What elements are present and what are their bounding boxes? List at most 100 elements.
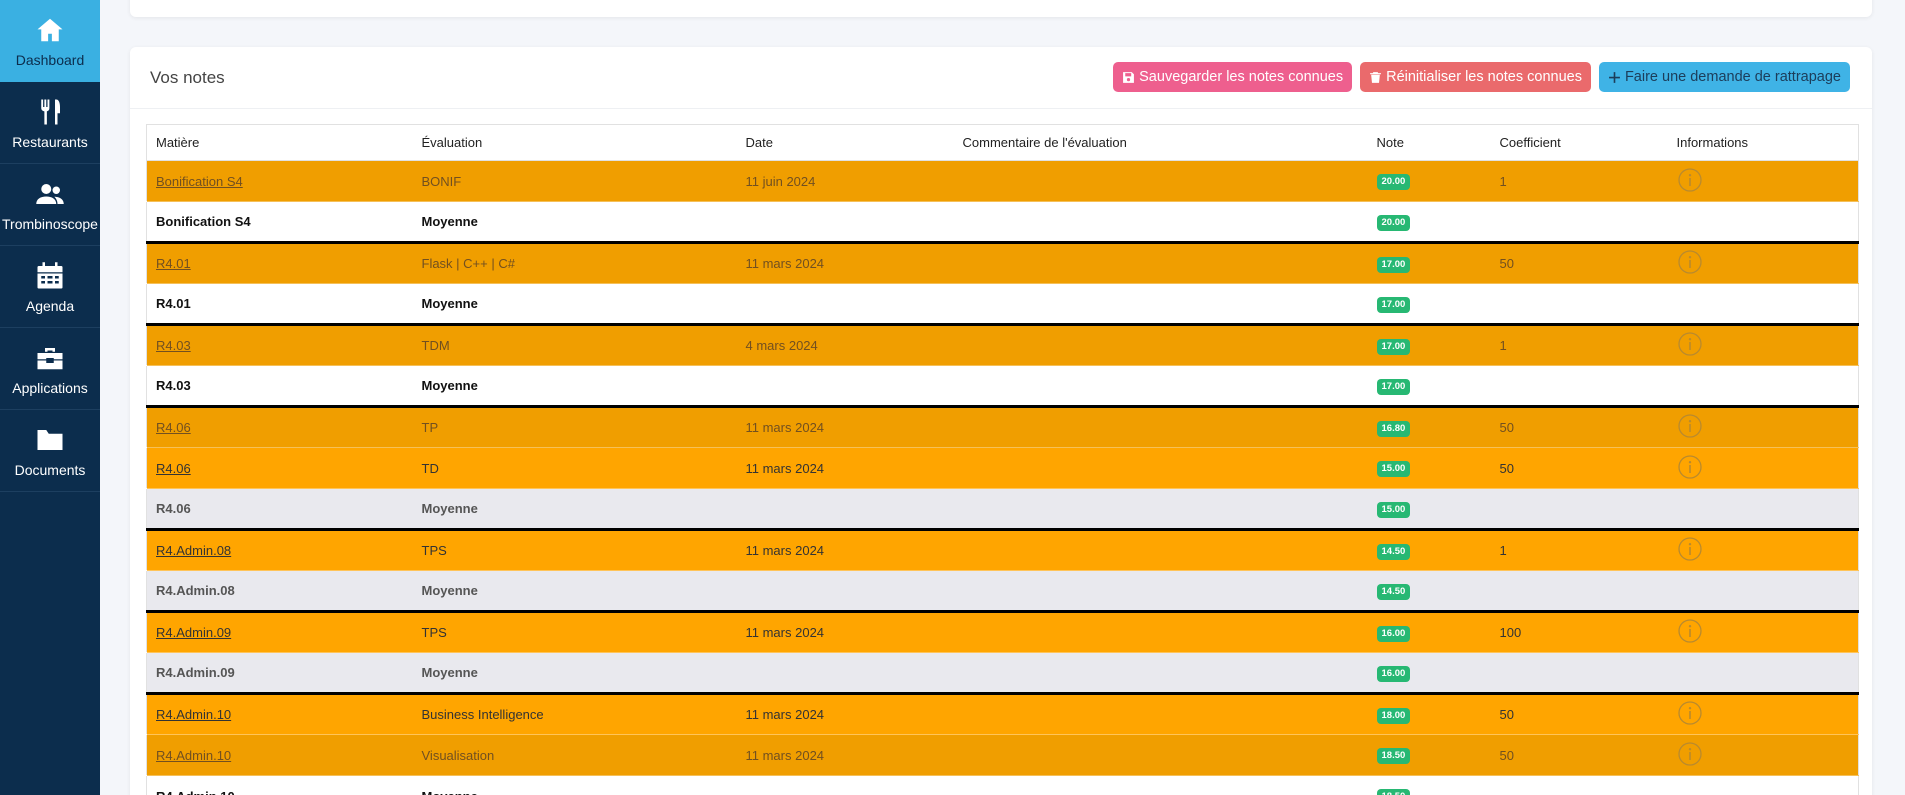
cell-evaluation: TDM <box>412 324 737 366</box>
info-icon[interactable] <box>1677 167 1703 193</box>
cell-info <box>1667 365 1859 408</box>
matiere-link[interactable]: R4.06 <box>156 461 191 476</box>
sidebar-item-documents[interactable]: Documents <box>0 410 100 492</box>
cell-date: 11 mars 2024 <box>736 693 954 735</box>
cell-evaluation: TPS <box>412 529 737 571</box>
sidebar-item-agenda[interactable]: Agenda <box>0 246 100 328</box>
cell-coefficient: 50 <box>1490 242 1668 284</box>
cell-comment <box>953 201 1368 244</box>
note-badge: 17.00 <box>1376 338 1411 355</box>
cell-info <box>1667 570 1859 613</box>
grade-row: R4.01 Flask | C++ | C# 11 mars 2024 17.00 50 <box>146 242 1859 284</box>
matiere-link[interactable]: R4.Admin.10 <box>156 748 231 763</box>
info-icon[interactable] <box>1677 331 1703 357</box>
average-badge: 15.00 <box>1376 501 1411 518</box>
cell-comment <box>953 447 1368 489</box>
info-icon[interactable] <box>1677 741 1703 767</box>
info-icon[interactable] <box>1677 618 1703 644</box>
cell-coefficient: 50 <box>1490 447 1668 489</box>
cell-matiere: R4.01 <box>146 283 413 326</box>
sidebar-item-label: Restaurants <box>12 133 88 150</box>
cell-info <box>1667 488 1859 531</box>
matiere-link[interactable]: R4.03 <box>156 338 191 353</box>
cell-evaluation: Moyenne <box>412 488 737 531</box>
info-icon[interactable] <box>1677 700 1703 726</box>
sidebar-item-applications[interactable]: Applications <box>0 328 100 410</box>
grades-table-body: Bonification S4 BONIF 11 juin 2024 20.00 1 Bo… <box>146 160 1859 795</box>
cell-matiere: Bonification S4 <box>146 201 413 244</box>
cell-date: 11 mars 2024 <box>736 242 954 284</box>
save-grades-button[interactable]: Sauvegarder les notes connues <box>1113 62 1353 92</box>
cell-matiere: R4.06 <box>146 488 413 531</box>
cell-info <box>1667 529 1859 571</box>
average-badge: 14.50 <box>1376 583 1411 600</box>
grades-table-wrapper: Matière Évaluation Date Commentaire de l… <box>146 124 1859 795</box>
grade-row: R4.Admin.09 TPS 11 mars 2024 16.00 100 <box>146 611 1859 653</box>
cell-matiere: R4.06 <box>146 447 413 489</box>
note-badge: 17.00 <box>1376 256 1411 273</box>
average-row: R4.06 Moyenne 15.00 <box>146 488 1859 531</box>
col-header-date: Date <box>736 124 954 161</box>
card-header: Vos notes Sauvegarder les notes connues … <box>130 47 1872 109</box>
note-badge: 16.00 <box>1376 625 1411 642</box>
info-icon[interactable] <box>1677 536 1703 562</box>
cell-evaluation: TP <box>412 406 737 448</box>
cell-evaluation: Moyenne <box>413 776 737 795</box>
cell-comment <box>953 365 1368 408</box>
cell-info <box>1667 160 1859 202</box>
note-badge: 14.50 <box>1376 543 1411 560</box>
request-makeup-button[interactable]: Faire une demande de rattrapage <box>1598 62 1850 92</box>
cell-coefficient: 50 <box>1490 693 1668 735</box>
matiere-link[interactable]: R4.Admin.09 <box>156 625 231 640</box>
info-icon[interactable] <box>1677 454 1703 480</box>
cell-date: 11 mars 2024 <box>736 406 954 448</box>
cell-note: 16.00 <box>1367 652 1491 695</box>
cell-comment <box>953 283 1368 326</box>
grade-row: Bonification S4 BONIF 11 juin 2024 20.00 1 <box>146 160 1859 202</box>
cell-info <box>1668 776 1859 795</box>
note-badge: 20.00 <box>1376 174 1411 190</box>
matiere-link[interactable]: R4.Admin.10 <box>156 707 231 722</box>
cell-comment <box>953 488 1368 531</box>
cell-coefficient: 1 <box>1490 160 1668 202</box>
sidebar-item-restaurants[interactable]: Restaurants <box>0 82 100 164</box>
matiere-link[interactable]: R4.01 <box>156 256 191 271</box>
cell-coefficient <box>1490 365 1668 408</box>
reset-grades-button[interactable]: Réinitialiser les notes connues <box>1360 62 1591 92</box>
cell-matiere: R4.Admin.09 <box>146 611 413 653</box>
cell-evaluation: Moyenne <box>412 201 737 244</box>
matiere-link[interactable]: Bonification S4 <box>156 174 243 189</box>
cell-coefficient <box>1490 201 1668 244</box>
cell-info <box>1667 693 1859 735</box>
cell-info <box>1667 652 1859 695</box>
save-grades-label: Sauvegarder les notes connues <box>1139 69 1344 85</box>
sidebar-item-label: Dashboard <box>15 52 85 68</box>
cell-comment <box>953 693 1368 735</box>
cell-note: 16.80 <box>1367 406 1491 448</box>
cell-coefficient: 1 <box>1490 324 1668 366</box>
sidebar-item-label: Agenda <box>25 297 75 314</box>
cell-info <box>1667 734 1859 776</box>
cell-date <box>736 570 954 613</box>
matiere-link[interactable]: R4.Admin.08 <box>156 543 231 558</box>
cell-matiere: R4.06 <box>146 406 413 448</box>
cell-info <box>1667 283 1859 326</box>
col-header-note: Note <box>1367 124 1491 161</box>
cell-evaluation: Flask | C++ | C# <box>412 242 737 284</box>
average-row: R4.03 Moyenne 17.00 <box>146 365 1859 408</box>
cell-note: 16.00 <box>1367 611 1491 653</box>
cell-date: 11 mars 2024 <box>736 447 954 489</box>
cell-evaluation: Moyenne <box>412 570 737 613</box>
sidebar-item-dashboard[interactable]: Dashboard <box>0 0 100 82</box>
note-badge: 15.00 <box>1376 461 1411 477</box>
info-icon[interactable] <box>1677 249 1703 275</box>
matiere-link[interactable]: R4.06 <box>156 420 191 435</box>
cell-coefficient: 50 <box>1490 406 1668 448</box>
cell-note: 17.00 <box>1367 324 1491 366</box>
cell-coefficient: 1 <box>1490 529 1668 571</box>
info-icon[interactable] <box>1677 413 1703 439</box>
sidebar-item-trombinoscope[interactable]: Trombinoscope <box>0 164 100 246</box>
cell-coefficient <box>1490 652 1668 695</box>
cell-date: 11 juin 2024 <box>736 160 954 202</box>
average-badge: 20.00 <box>1376 214 1411 231</box>
